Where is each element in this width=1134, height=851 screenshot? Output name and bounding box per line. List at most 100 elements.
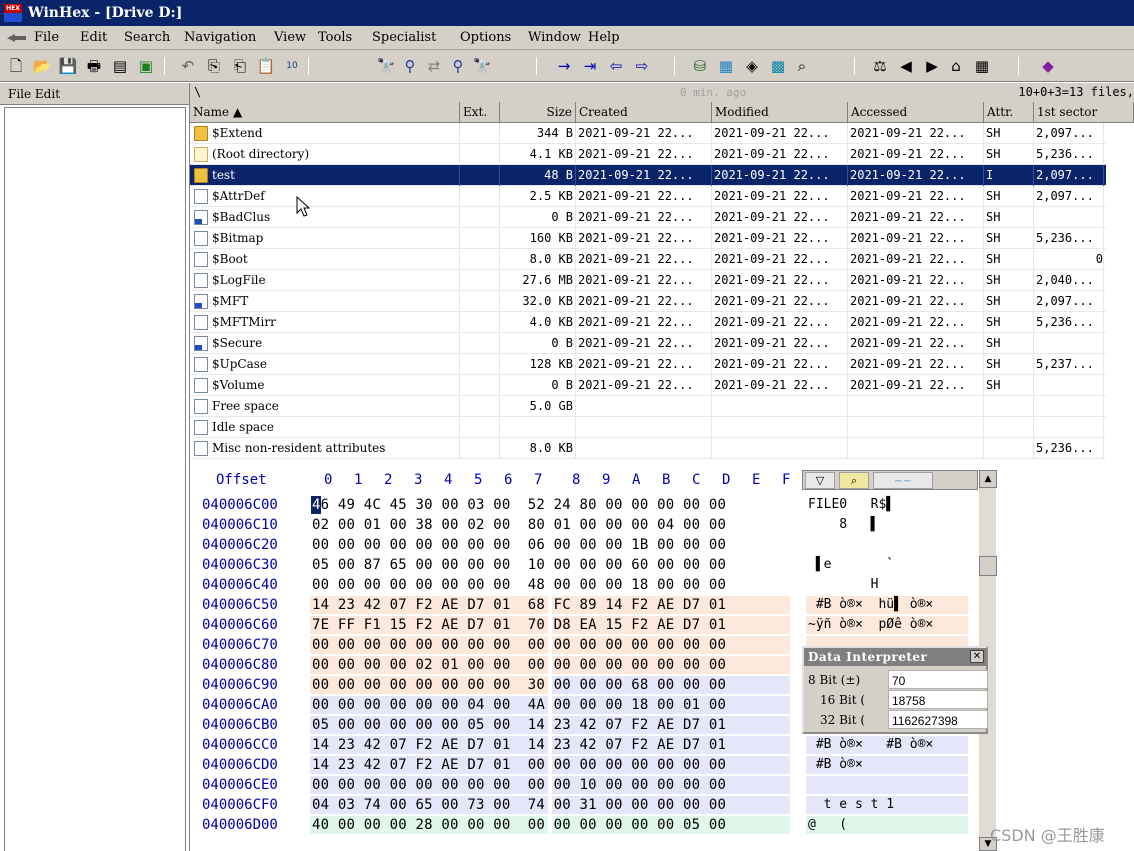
menu-tools[interactable]: Tools [318, 26, 352, 50]
column-created[interactable]: Created [576, 102, 712, 123]
previous-icon[interactable]: ◀ [896, 56, 916, 76]
file-row[interactable]: $Boot 8.0 KB 2021-09-21 22... 2021-09-21 22… [190, 249, 1106, 270]
hex-ascii[interactable]: ▌e ` [808, 555, 970, 575]
replace-text-icon[interactable]: ⇄ [424, 56, 444, 76]
interpreter-value[interactable]: 18758 [888, 690, 988, 709]
goto-offset-icon[interactable]: → [554, 56, 574, 76]
menu-window[interactable]: Window [528, 26, 581, 50]
gem-icon[interactable]: ◆ [1038, 56, 1058, 76]
calculator-icon[interactable]: ▩ [768, 56, 788, 76]
menu-navigation[interactable]: Navigation [184, 26, 256, 50]
file-row[interactable]: $AttrDef 2.5 KB 2021-09-21 22... 2021-09-21… [190, 186, 1106, 207]
menu-edit[interactable]: Edit [80, 26, 107, 50]
scroll-thumb[interactable] [979, 556, 997, 576]
hex-ascii[interactable]: 8 ▌ [808, 515, 970, 535]
file-row[interactable]: test 48 B 2021-09-21 22... 2021-09-21 22...… [190, 165, 1106, 186]
hex-bytes[interactable]: 04 03 74 00 65 00 73 00 74 00 31 00 00 0… [312, 795, 792, 815]
menu-options[interactable]: Options [460, 26, 511, 50]
hex-bytes[interactable]: 00 00 00 00 02 01 00 00 00 00 00 00 00 0… [312, 655, 792, 675]
column-first-sector[interactable]: 1st sector [1034, 102, 1134, 123]
file-row[interactable]: $Bitmap 160 KB 2021-09-21 22... 2021-09-21 … [190, 228, 1106, 249]
find-hex-icon[interactable]: ⚲ [400, 56, 420, 76]
ram-editor-icon[interactable]: ▦ [716, 56, 736, 76]
hex-ascii[interactable]: @ ( [808, 815, 970, 835]
hex-bytes[interactable]: 40 00 00 00 28 00 00 00 00 00 00 00 00 0… [312, 815, 792, 835]
column-accessed[interactable]: Accessed [848, 102, 984, 123]
copy-icon[interactable]: ⎘ [204, 56, 224, 76]
data-interpreter-title[interactable]: Data Interpreter [804, 648, 986, 666]
replace-hex-icon[interactable]: ⚲ [448, 56, 468, 76]
scroll-up-icon[interactable]: ▲ [979, 470, 997, 488]
hex-ascii[interactable]: H [808, 575, 970, 595]
snapshot-icon[interactable]: ⚖ [870, 56, 890, 76]
chevron-down-icon[interactable]: ▽ [805, 472, 835, 489]
column-ext[interactable]: Ext. [460, 102, 500, 123]
hex-ascii[interactable]: #B ò®× #B ò®× [808, 735, 970, 755]
directory-icon[interactable]: ⌂ [946, 56, 966, 76]
hex-ascii[interactable]: t e s t 1 [808, 795, 970, 815]
column-attr[interactable]: Attr. [984, 102, 1034, 123]
goto-sector-icon[interactable]: ⇥ [580, 56, 600, 76]
hex-bytes[interactable]: 00 00 00 00 00 00 00 00 30 00 00 00 68 0… [312, 675, 792, 695]
directory-tree[interactable] [4, 107, 186, 851]
close-icon[interactable]: ✕ [970, 650, 984, 663]
back-icon[interactable]: ⇦ [606, 56, 626, 76]
hex-ascii[interactable]: FILE0 R$▌ [808, 495, 970, 515]
hex-bytes[interactable]: 02 00 01 00 38 00 02 00 80 01 00 00 00 0… [312, 515, 792, 535]
file-row[interactable]: Idle space [190, 417, 1106, 438]
grid-icon[interactable]: ▦ [972, 56, 992, 76]
hex-editor[interactable]: Offset 0 1 2 3 4 5 6 7 8 9 A B C D E F ▽… [190, 468, 1134, 851]
zoom-text-icon[interactable]: ⌕ [839, 472, 869, 489]
hex-bytes[interactable]: 14 23 42 07 F2 AE D7 01 68 FC 89 14 F2 A… [312, 595, 792, 615]
column-size[interactable]: Size [500, 102, 576, 123]
forward-icon[interactable]: ⇨ [632, 56, 652, 76]
column-name[interactable]: Name ▲ [190, 102, 460, 123]
data-interpreter-window[interactable]: Data Interpreter ✕ 8 Bit (±) 70 16 Bit (… [802, 646, 988, 734]
column-modified[interactable]: Modified [712, 102, 848, 123]
hex-bytes[interactable]: 05 00 87 65 00 00 00 00 10 00 00 00 60 0… [312, 555, 792, 575]
file-row[interactable]: $MFTMirr 4.0 KB 2021-09-21 22... 2021-09-21… [190, 312, 1106, 333]
hex-bytes[interactable]: 00 00 00 00 00 00 00 00 06 00 00 00 1B 0… [312, 535, 792, 555]
hex-bytes[interactable]: 00 00 00 00 00 00 00 00 00 00 00 00 00 0… [312, 635, 792, 655]
copy-block-icon[interactable]: ⎗ [230, 56, 250, 76]
binary-icon[interactable]: 10 [282, 56, 302, 76]
hex-bytes[interactable]: 00 00 00 00 00 00 00 00 00 00 10 00 00 0… [312, 775, 792, 795]
disk-editor-icon[interactable]: ⛁ [690, 56, 710, 76]
find-again-icon[interactable]: 🔭 [472, 56, 492, 76]
file-row[interactable]: Misc non-resident attributes 8.0 KB 5,236.… [190, 438, 1106, 459]
hex-bytes[interactable]: 7E FF F1 15 F2 AE D7 01 70 D8 EA 15 F2 A… [312, 615, 792, 635]
undo-icon[interactable]: ↶ [178, 56, 198, 76]
menu-view[interactable]: View [274, 26, 306, 50]
save-icon[interactable]: 💾 [58, 56, 78, 76]
file-row[interactable]: (Root directory) 4.1 KB 2021-09-21 22... 20… [190, 144, 1106, 165]
menu-file[interactable]: File [34, 26, 59, 50]
open-disk-icon[interactable]: ▣ [136, 56, 156, 76]
wave-icon[interactable]: ~~ [873, 472, 933, 489]
system-menu-icon[interactable] [6, 32, 28, 44]
hex-ascii[interactable]: #B ò®× hü▌ ò®× [808, 595, 970, 615]
hex-bytes[interactable]: 14 23 42 07 F2 AE D7 01 00 00 00 00 00 0… [312, 755, 792, 775]
hex-bytes[interactable]: 00 00 00 00 00 00 04 00 4A 00 00 00 18 0… [312, 695, 792, 715]
file-row[interactable]: $MFT 32.0 KB 2021-09-21 22... 2021-09-21 22… [190, 291, 1106, 312]
hex-ascii[interactable]: #B ò®× [808, 755, 970, 775]
analyze-icon[interactable]: ◈ [742, 56, 762, 76]
hex-bytes[interactable]: 46 49 4C 45 30 00 03 00 52 24 80 00 00 0… [312, 495, 792, 515]
paste-icon[interactable]: 📋 [256, 56, 276, 76]
hex-bytes[interactable]: 00 00 00 00 00 00 00 00 48 00 00 00 18 0… [312, 575, 792, 595]
next-icon[interactable]: ▶ [922, 56, 942, 76]
menu-search[interactable]: Search [124, 26, 170, 50]
file-row[interactable]: Free space 5.0 GB [190, 396, 1106, 417]
open-folder-icon[interactable]: 📂 [32, 56, 52, 76]
file-row[interactable]: $UpCase 128 KB 2021-09-21 22... 2021-09-21 … [190, 354, 1106, 375]
hex-ascii[interactable]: ~ÿñ ò®× pØê ò®× [808, 615, 970, 635]
print-icon[interactable]: 🖶 [84, 56, 104, 76]
properties-icon[interactable]: ▤ [110, 56, 130, 76]
zoom-icon[interactable]: ⌕ [792, 56, 812, 76]
file-row[interactable]: $BadClus 0 B 2021-09-21 22... 2021-09-21 22… [190, 207, 1106, 228]
directory-panel-header[interactable]: File Edit [0, 83, 189, 105]
hex-bytes[interactable]: 05 00 00 00 00 00 05 00 14 23 42 07 F2 A… [312, 715, 792, 735]
menu-specialist[interactable]: Specialist [372, 26, 436, 50]
find-text-icon[interactable]: 🔭 [376, 56, 396, 76]
new-file-icon[interactable]: 🗋 [6, 56, 26, 76]
file-row[interactable]: $Volume 0 B 2021-09-21 22... 2021-09-21 22.… [190, 375, 1106, 396]
